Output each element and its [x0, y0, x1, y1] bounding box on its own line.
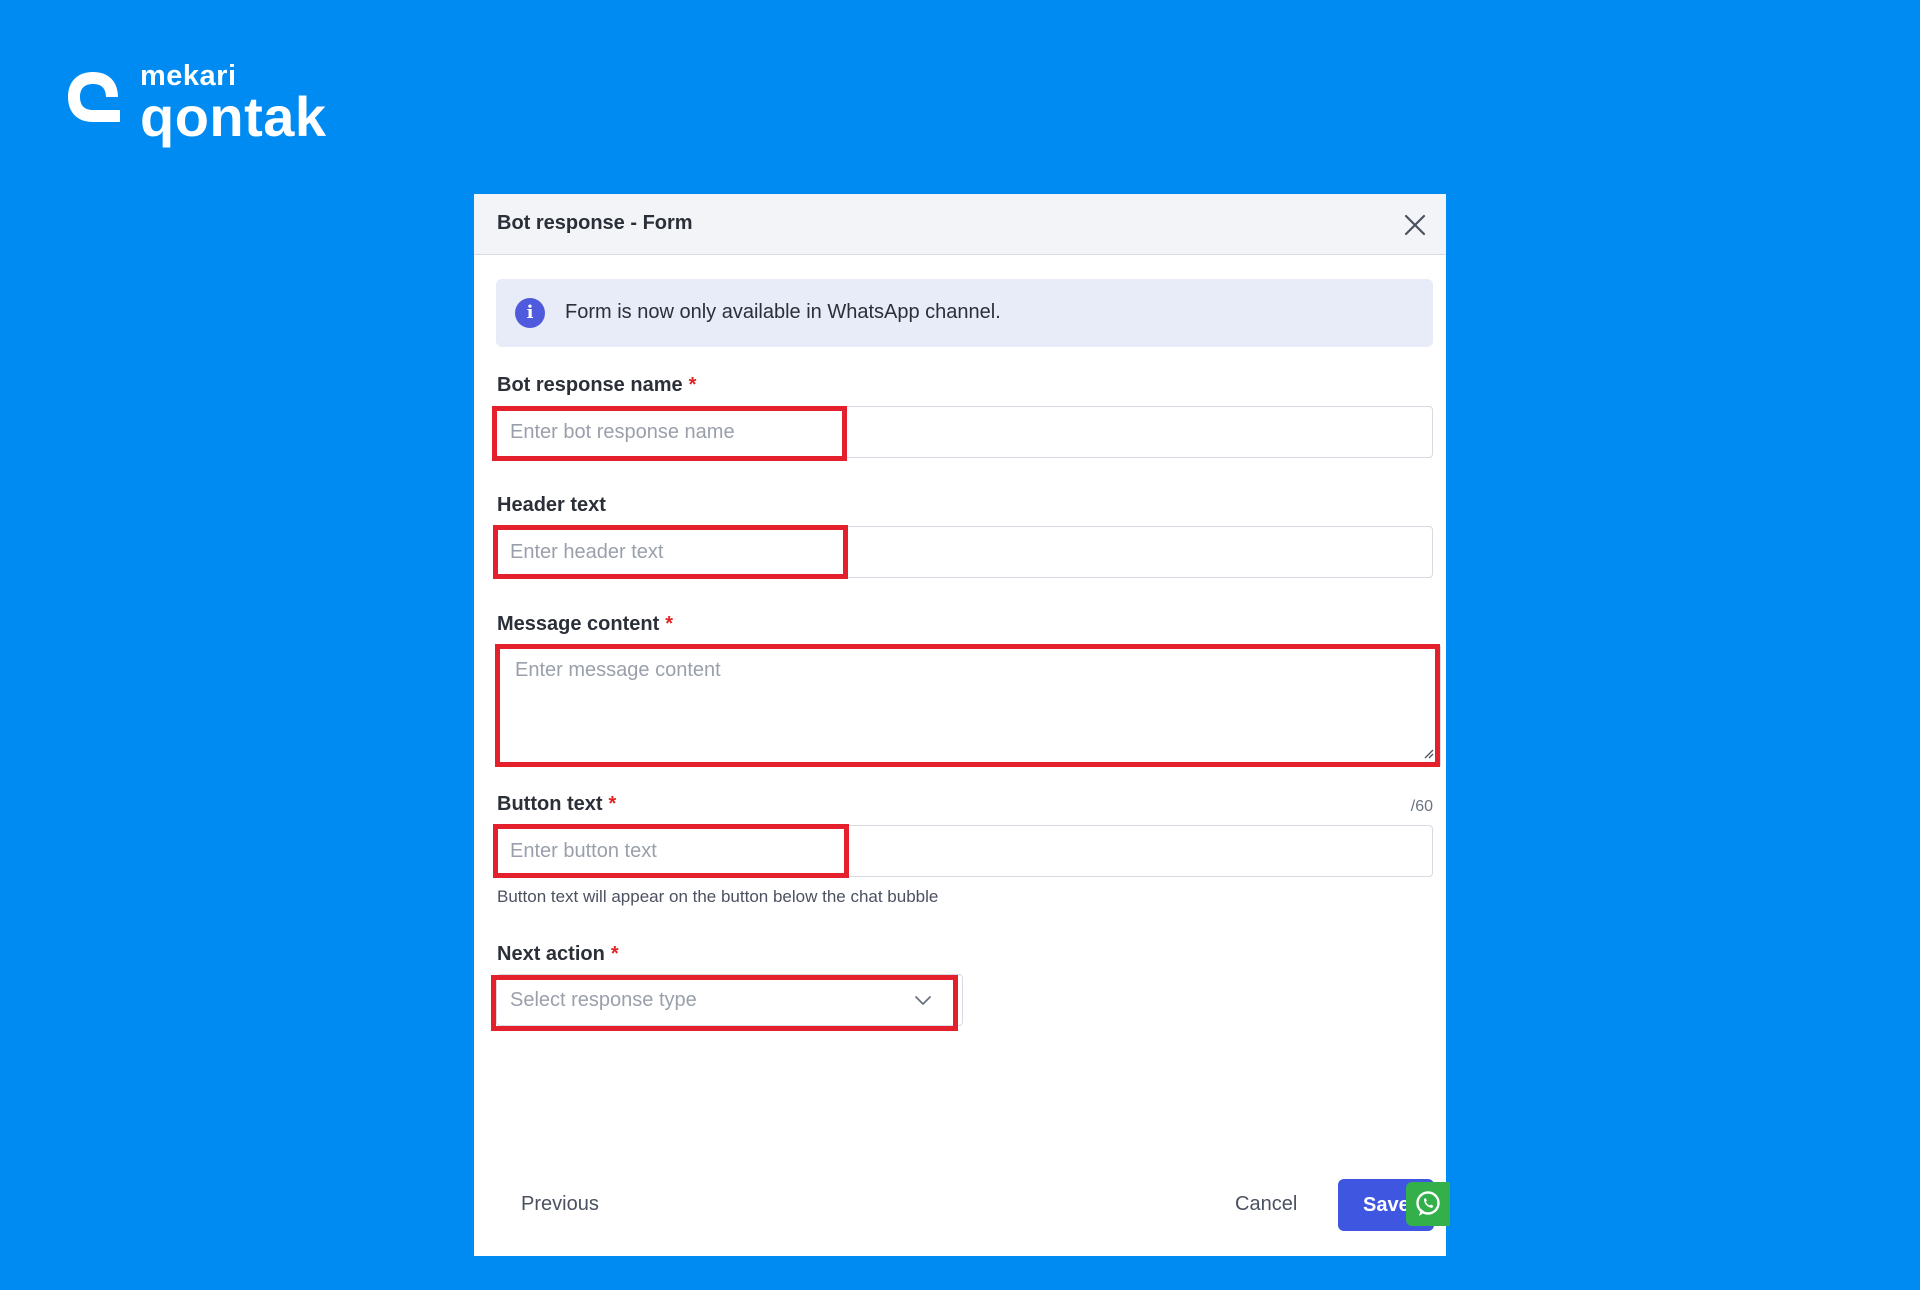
next-action-label: Next action * — [497, 943, 619, 965]
bot-response-form-dialog: Bot response - Form i Form is now only a… — [474, 194, 1450, 1256]
close-icon — [1404, 214, 1426, 236]
header-text-field — [496, 526, 1433, 578]
bot-response-name-label: Bot response name * — [497, 374, 697, 396]
next-action-placeholder: Select response type — [510, 989, 697, 1011]
message-content-textarea[interactable] — [497, 647, 1440, 765]
save-button-label: Save — [1363, 1194, 1410, 1216]
message-content-label: Message content * — [497, 613, 674, 635]
message-content-field — [496, 646, 1441, 766]
info-icon: i — [515, 298, 545, 328]
whatsapp-button[interactable] — [1406, 1182, 1450, 1226]
next-action-select[interactable]: Select response type — [496, 974, 963, 1026]
mekari-qontak-logo: mekari qontak — [62, 60, 332, 150]
info-banner-text: Form is now only available in WhatsApp c… — [565, 301, 1001, 323]
button-text-field — [496, 825, 1433, 877]
whatsapp-icon — [1416, 1191, 1440, 1216]
previous-button[interactable]: Previous — [521, 1193, 599, 1216]
character-counter: /60 — [1410, 798, 1433, 815]
logo-qontak-text: qontak — [140, 85, 327, 148]
bot-response-name-field — [496, 406, 1433, 458]
button-text-input[interactable] — [497, 826, 1432, 876]
close-button[interactable] — [1402, 212, 1428, 238]
header-text-input[interactable] — [497, 527, 1432, 577]
cancel-button[interactable]: Cancel — [1235, 1193, 1297, 1216]
chevron-down-icon — [915, 996, 931, 1005]
required-marker: * — [608, 793, 617, 815]
button-text-helper: Button text will appear on the button be… — [497, 887, 939, 906]
dialog-header: Bot response - Form — [474, 194, 1446, 255]
qontak-logo-icon — [68, 72, 120, 122]
required-marker: * — [610, 943, 619, 965]
dialog-title: Bot response - Form — [497, 212, 693, 234]
bot-response-name-input[interactable] — [497, 407, 1432, 457]
required-marker: * — [688, 374, 697, 396]
required-marker: * — [665, 613, 674, 635]
header-text-label: Header text — [497, 494, 606, 516]
button-text-label: Button text * — [497, 793, 617, 815]
info-banner: i Form is now only available in WhatsApp… — [496, 279, 1433, 347]
resize-handle-icon[interactable] — [1422, 747, 1434, 759]
